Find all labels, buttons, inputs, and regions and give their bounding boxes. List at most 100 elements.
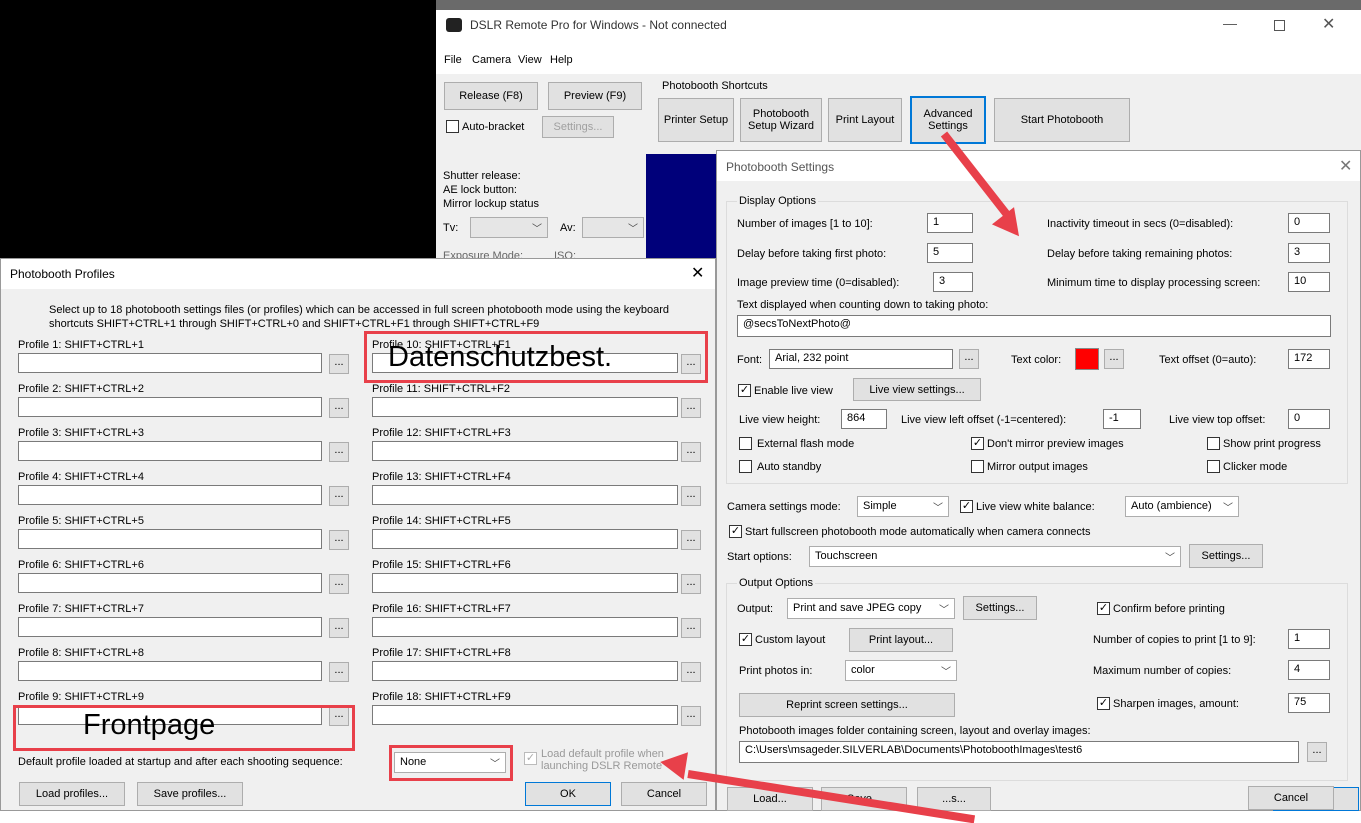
start-options-select[interactable]: Touchscreen ﹀ [809, 546, 1181, 567]
font-label: Font: [737, 354, 763, 366]
delay-remaining-input[interactable]: 3 [1288, 243, 1330, 263]
shortcut-print-layout[interactable]: Print Layout [828, 98, 902, 142]
av-select[interactable]: ﹀ [582, 217, 644, 238]
profile-browse-button[interactable]: ... [681, 662, 701, 682]
tv-select[interactable]: ﹀ [470, 217, 548, 238]
save-profiles-button[interactable]: Save profiles... [137, 782, 243, 806]
ext-flash-checkbox[interactable] [739, 437, 752, 450]
lv-top-input[interactable]: 0 [1288, 409, 1330, 429]
confirm-print-checkbox[interactable]: ✓ [1097, 602, 1110, 615]
text-color-swatch[interactable] [1075, 348, 1099, 370]
shortcut-printer-setup[interactable]: Printer Setup [658, 98, 734, 142]
menu-view[interactable]: View [518, 54, 542, 66]
load-default-checkbox[interactable]: ✓ [524, 752, 537, 765]
profile-path-input[interactable] [372, 441, 678, 461]
settings-cancel-button[interactable]: Cancel [1248, 786, 1334, 810]
profile-path-input[interactable] [372, 485, 678, 505]
close-icon[interactable]: ✕ [691, 263, 704, 283]
profile-path-input[interactable] [18, 573, 322, 593]
profile-path-input[interactable] [372, 661, 678, 681]
close-icon[interactable]: ✕ [1322, 14, 1335, 34]
reprint-settings-button[interactable]: Reprint screen settings... [739, 693, 955, 717]
profile-path-input[interactable] [18, 485, 322, 505]
countdown-input[interactable]: @secsToNextPhoto@ [737, 315, 1331, 337]
profile-path-input[interactable] [18, 397, 322, 417]
output-select[interactable]: Print and save JPEG copy ﹀ [787, 598, 955, 619]
minimize-icon[interactable]: — [1223, 15, 1237, 31]
menu-file[interactable]: File [444, 54, 462, 66]
profile-path-input[interactable] [18, 529, 322, 549]
profile-path-input[interactable] [372, 617, 678, 637]
cam-mode-select[interactable]: Simple ﹀ [857, 496, 949, 517]
profile-browse-button[interactable]: ... [681, 618, 701, 638]
lv-wb-checkbox[interactable]: ✓ [960, 500, 973, 513]
custom-layout-checkbox[interactable]: ✓ [739, 633, 752, 646]
lv-height-input[interactable]: 864 [841, 409, 887, 429]
profile-path-input[interactable] [18, 441, 322, 461]
clicker-checkbox[interactable] [1207, 460, 1220, 473]
profile-browse-button[interactable]: ... [329, 662, 349, 682]
text-color-button[interactable]: ... [1104, 349, 1124, 369]
preview-time-input[interactable]: 3 [933, 272, 973, 292]
start-settings-button[interactable]: Settings... [1189, 544, 1263, 568]
enable-live-checkbox[interactable]: ✓ [738, 384, 751, 397]
profile-path-input[interactable] [18, 661, 322, 681]
menu-camera[interactable]: Camera [472, 54, 511, 66]
show-print-checkbox[interactable] [1207, 437, 1220, 450]
folder-input[interactable]: C:\Users\msageder.SILVERLAB\Documents\Ph… [739, 741, 1299, 763]
profile-browse-button[interactable]: ... [329, 618, 349, 638]
profile-browse-button[interactable]: ... [681, 486, 701, 506]
profile-browse-button[interactable]: ... [681, 530, 701, 550]
lv-left-input[interactable]: -1 [1103, 409, 1141, 429]
output-settings-button[interactable]: Settings... [963, 596, 1037, 620]
mirror-output-checkbox[interactable] [971, 460, 984, 473]
shortcut-setup-wizard[interactable]: Photobooth Setup Wizard [740, 98, 822, 142]
folder-browse-button[interactable]: ... [1307, 742, 1327, 762]
profile-path-input[interactable] [372, 529, 678, 549]
autobracket-settings-button[interactable]: Settings... [542, 116, 614, 138]
shortcut-start-photobooth[interactable]: Start Photobooth [994, 98, 1130, 142]
sharpen-checkbox[interactable]: ✓ [1097, 697, 1110, 710]
ok-button[interactable]: OK [525, 782, 611, 806]
profile-browse-button[interactable]: ... [329, 442, 349, 462]
profile-browse-button[interactable]: ... [681, 706, 701, 726]
profile-path-input[interactable] [18, 617, 322, 637]
live-view-settings-button[interactable]: Live view settings... [853, 378, 981, 401]
dont-mirror-checkbox[interactable]: ✓ [971, 437, 984, 450]
fullscreen-checkbox[interactable]: ✓ [729, 525, 742, 538]
auto-standby-checkbox[interactable] [739, 460, 752, 473]
menu-help[interactable]: Help [550, 54, 573, 66]
load-profiles-button[interactable]: Load profiles... [19, 782, 125, 806]
inactivity-input[interactable]: 0 [1288, 213, 1330, 233]
release-button[interactable]: Release (F8) [444, 82, 538, 110]
profile-path-input[interactable] [372, 705, 678, 725]
countdown-label: Text displayed when counting down to tak… [737, 299, 989, 311]
text-offset-input[interactable]: 172 [1288, 349, 1330, 369]
profile-browse-button[interactable]: ... [329, 486, 349, 506]
profile-browse-button[interactable]: ... [681, 574, 701, 594]
preview-button[interactable]: Preview (F9) [548, 82, 642, 110]
num-images-input[interactable]: 1 [927, 213, 973, 233]
sharpen-input[interactable]: 75 [1288, 693, 1330, 713]
profile-path-input[interactable] [18, 353, 322, 373]
maximize-icon[interactable] [1274, 20, 1285, 31]
close-icon[interactable]: ✕ [1339, 156, 1352, 176]
profile-browse-button[interactable]: ... [329, 530, 349, 550]
min-time-input[interactable]: 10 [1288, 272, 1330, 292]
autobracket-checkbox[interactable] [446, 120, 459, 133]
lv-wb-select[interactable]: Auto (ambience) ﹀ [1125, 496, 1239, 517]
max-copies-input[interactable]: 4 [1288, 660, 1330, 680]
font-browse-button[interactable]: ... [959, 349, 979, 369]
profile-path-input[interactable] [372, 397, 678, 417]
cancel-button[interactable]: Cancel [621, 782, 707, 806]
profile-browse-button[interactable]: ... [681, 442, 701, 462]
copies-input[interactable]: 1 [1288, 629, 1330, 649]
print-layout-button[interactable]: Print layout... [849, 628, 953, 652]
print-in-select[interactable]: color ﹀ [845, 660, 957, 681]
profile-path-input[interactable] [372, 573, 678, 593]
profile-browse-button[interactable]: ... [329, 354, 349, 374]
delay-first-input[interactable]: 5 [927, 243, 973, 263]
profile-browse-button[interactable]: ... [329, 574, 349, 594]
profile-browse-button[interactable]: ... [329, 398, 349, 418]
profile-browse-button[interactable]: ... [681, 398, 701, 418]
